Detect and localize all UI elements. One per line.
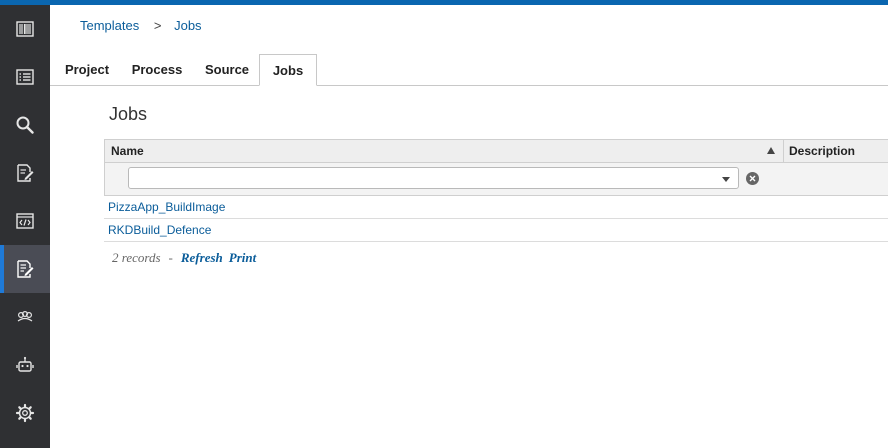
- refresh-link[interactable]: Refresh: [181, 250, 223, 265]
- page-title: Jobs: [109, 104, 148, 124]
- job-link[interactable]: RKDBuild_Defence: [108, 223, 211, 237]
- breadcrumb: Templates > Jobs: [80, 18, 202, 33]
- tab-source[interactable]: Source: [198, 54, 256, 85]
- sidebar-item-edit[interactable]: [0, 149, 50, 197]
- jobs-grid: Name Description PizzaApp_BuildImage RKD…: [104, 139, 888, 242]
- column-header-description[interactable]: Description: [789, 144, 855, 158]
- template-edit-icon: [17, 260, 34, 278]
- breadcrumb-separator: >: [153, 18, 162, 33]
- job-link[interactable]: PizzaApp_BuildImage: [108, 200, 225, 214]
- robot-icon: [16, 356, 34, 372]
- group-icon: [17, 310, 33, 322]
- column-header-name[interactable]: Name: [111, 144, 144, 158]
- tab-bar: Project Process Source Jobs: [50, 54, 888, 86]
- sidebar-item-settings[interactable]: [0, 389, 50, 437]
- print-link[interactable]: Print: [229, 250, 256, 265]
- tab-jobs[interactable]: Jobs: [259, 54, 317, 86]
- code-window-icon: [16, 213, 34, 229]
- tab-project[interactable]: Project: [58, 54, 116, 85]
- table-row[interactable]: PizzaApp_BuildImage: [104, 196, 888, 219]
- sidebar-item-code[interactable]: [0, 197, 50, 245]
- sidebar-item-list[interactable]: [0, 53, 50, 101]
- name-filter-combobox[interactable]: [128, 167, 739, 189]
- clear-filter-icon[interactable]: [746, 172, 759, 185]
- chevron-down-icon[interactable]: [722, 177, 730, 182]
- barcode-icon: [16, 21, 34, 37]
- breadcrumb-jobs-link[interactable]: Jobs: [174, 18, 201, 33]
- sidebar-item-barcode[interactable]: [0, 5, 50, 53]
- breadcrumb-templates-link[interactable]: Templates: [80, 18, 139, 33]
- sidebar-item-robot[interactable]: [0, 341, 50, 389]
- grid-footer: 2 records - Refresh Print: [112, 250, 262, 266]
- gear-icon: [15, 403, 35, 423]
- tab-process[interactable]: Process: [122, 54, 192, 85]
- edit-document-icon: [17, 164, 34, 182]
- sidebar: [0, 0, 50, 448]
- list-icon: [16, 69, 34, 85]
- sidebar-item-search[interactable]: [0, 101, 50, 149]
- sort-ascending-icon[interactable]: [767, 147, 775, 154]
- footer-separator: -: [168, 250, 173, 265]
- name-filter-input[interactable]: [135, 169, 709, 189]
- sidebar-item-groups[interactable]: [0, 293, 50, 341]
- main-content: Templates > Jobs Project Process Source …: [50, 5, 888, 448]
- search-icon: [16, 116, 34, 134]
- record-count: 2 records: [112, 250, 161, 265]
- filter-row: [104, 163, 888, 196]
- sidebar-item-templates[interactable]: [0, 245, 50, 293]
- grid-header: Name Description: [104, 139, 888, 196]
- table-row[interactable]: RKDBuild_Defence: [104, 219, 888, 242]
